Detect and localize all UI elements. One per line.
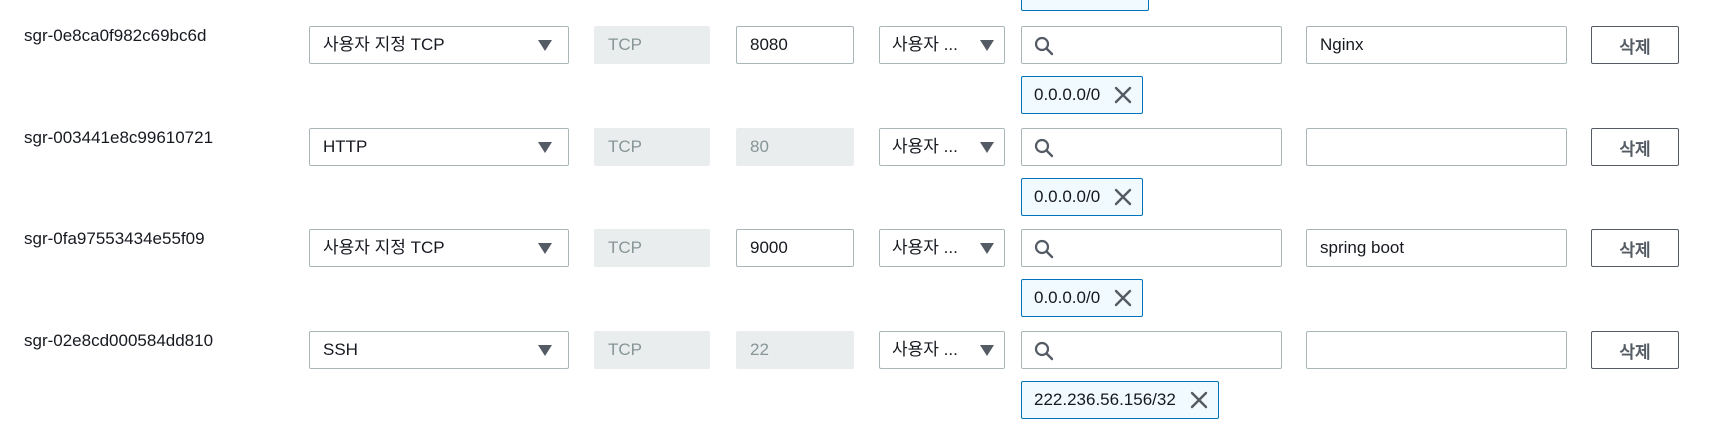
caret-down-icon — [538, 40, 552, 51]
type-select[interactable]: SSH — [309, 331, 569, 369]
type-select[interactable]: 사용자 지정 TCP — [309, 26, 569, 64]
rule-id: sgr-0e8ca0f982c69bc6d — [24, 26, 207, 45]
caret-down-icon — [980, 40, 994, 51]
source-type-value: 사용자 ... — [892, 340, 958, 359]
rule-row: sgr-02e8cd000584dd810 SSH TCP 22 사용자 ...… — [0, 331, 1712, 431]
delete-button[interactable]: 삭제 — [1591, 331, 1679, 369]
source-search[interactable] — [1021, 128, 1282, 166]
rule-row: sgr-0fa97553434e55f09 사용자 지정 TCP TCP 사용자… — [0, 229, 1712, 329]
rule-id: sgr-0fa97553434e55f09 — [24, 229, 205, 248]
source-search-input[interactable] — [1062, 334, 1277, 366]
description-input[interactable] — [1306, 128, 1567, 166]
caret-down-icon — [538, 243, 552, 254]
inbound-rules-editor: sgr-0e8ca0f982c69bc6d 사용자 지정 TCP TCP 사용자… — [0, 0, 1712, 432]
source-type-select[interactable]: 사용자 ... — [879, 26, 1005, 64]
caret-down-icon — [980, 243, 994, 254]
search-icon — [1034, 239, 1054, 259]
previous-cidr-chip-partial — [1021, 0, 1149, 11]
protocol-field: TCP — [594, 128, 710, 166]
source-search[interactable] — [1021, 331, 1282, 369]
source-search[interactable] — [1021, 229, 1282, 267]
caret-down-icon — [538, 345, 552, 356]
rule-id: sgr-02e8cd000584dd810 — [24, 331, 214, 350]
type-select[interactable]: HTTP — [309, 128, 569, 166]
search-icon — [1034, 138, 1054, 158]
type-select-value: HTTP — [323, 137, 368, 156]
close-icon[interactable] — [1112, 84, 1134, 106]
search-icon — [1034, 36, 1054, 56]
cidr-chip-label: 222.236.56.156/32 — [1034, 390, 1176, 409]
cidr-chip: 0.0.0.0/0 — [1021, 279, 1144, 317]
rule-id: sgr-003441e8c99610721 — [24, 128, 214, 147]
cidr-chip: 0.0.0.0/0 — [1021, 178, 1144, 216]
rule-row: sgr-0e8ca0f982c69bc6d 사용자 지정 TCP TCP 사용자… — [0, 26, 1712, 126]
caret-down-icon — [538, 142, 552, 153]
type-select-value: SSH — [323, 340, 358, 359]
port-range-input[interactable] — [736, 229, 854, 267]
close-icon[interactable] — [1112, 287, 1134, 309]
close-icon[interactable] — [1188, 389, 1210, 411]
port-range-field: 22 — [736, 331, 854, 369]
delete-button[interactable]: 삭제 — [1591, 229, 1679, 267]
description-input[interactable] — [1306, 229, 1567, 267]
type-select-value: 사용자 지정 TCP — [323, 35, 445, 54]
source-type-value: 사용자 ... — [892, 35, 958, 54]
caret-down-icon — [980, 142, 994, 153]
description-input[interactable] — [1306, 26, 1567, 64]
description-input[interactable] — [1306, 331, 1567, 369]
cidr-chip: 0.0.0.0/0 — [1021, 76, 1144, 114]
type-select-value: 사용자 지정 TCP — [323, 238, 445, 257]
source-type-select[interactable]: 사용자 ... — [879, 331, 1005, 369]
source-search-input[interactable] — [1062, 232, 1277, 264]
protocol-field: TCP — [594, 229, 710, 267]
delete-button[interactable]: 삭제 — [1591, 128, 1679, 166]
protocol-field: TCP — [594, 331, 710, 369]
rule-row: sgr-003441e8c99610721 HTTP TCP 80 사용자 ..… — [0, 128, 1712, 228]
source-type-value: 사용자 ... — [892, 238, 958, 257]
protocol-field: TCP — [594, 26, 710, 64]
source-type-select[interactable]: 사용자 ... — [879, 128, 1005, 166]
source-search[interactable] — [1021, 26, 1282, 64]
close-icon[interactable] — [1112, 186, 1134, 208]
search-icon — [1034, 341, 1054, 361]
source-search-input[interactable] — [1062, 131, 1277, 163]
type-select[interactable]: 사용자 지정 TCP — [309, 229, 569, 267]
source-type-value: 사용자 ... — [892, 137, 958, 156]
caret-down-icon — [980, 345, 994, 356]
delete-button[interactable]: 삭제 — [1591, 26, 1679, 64]
cidr-chip: 222.236.56.156/32 — [1021, 381, 1219, 419]
source-type-select[interactable]: 사용자 ... — [879, 229, 1005, 267]
source-search-input[interactable] — [1062, 29, 1277, 61]
cidr-chip-label: 0.0.0.0/0 — [1034, 187, 1101, 206]
port-range-field: 80 — [736, 128, 854, 166]
port-range-input[interactable] — [736, 26, 854, 64]
cidr-chip-label: 0.0.0.0/0 — [1034, 288, 1101, 307]
cidr-chip-label: 0.0.0.0/0 — [1034, 85, 1101, 104]
